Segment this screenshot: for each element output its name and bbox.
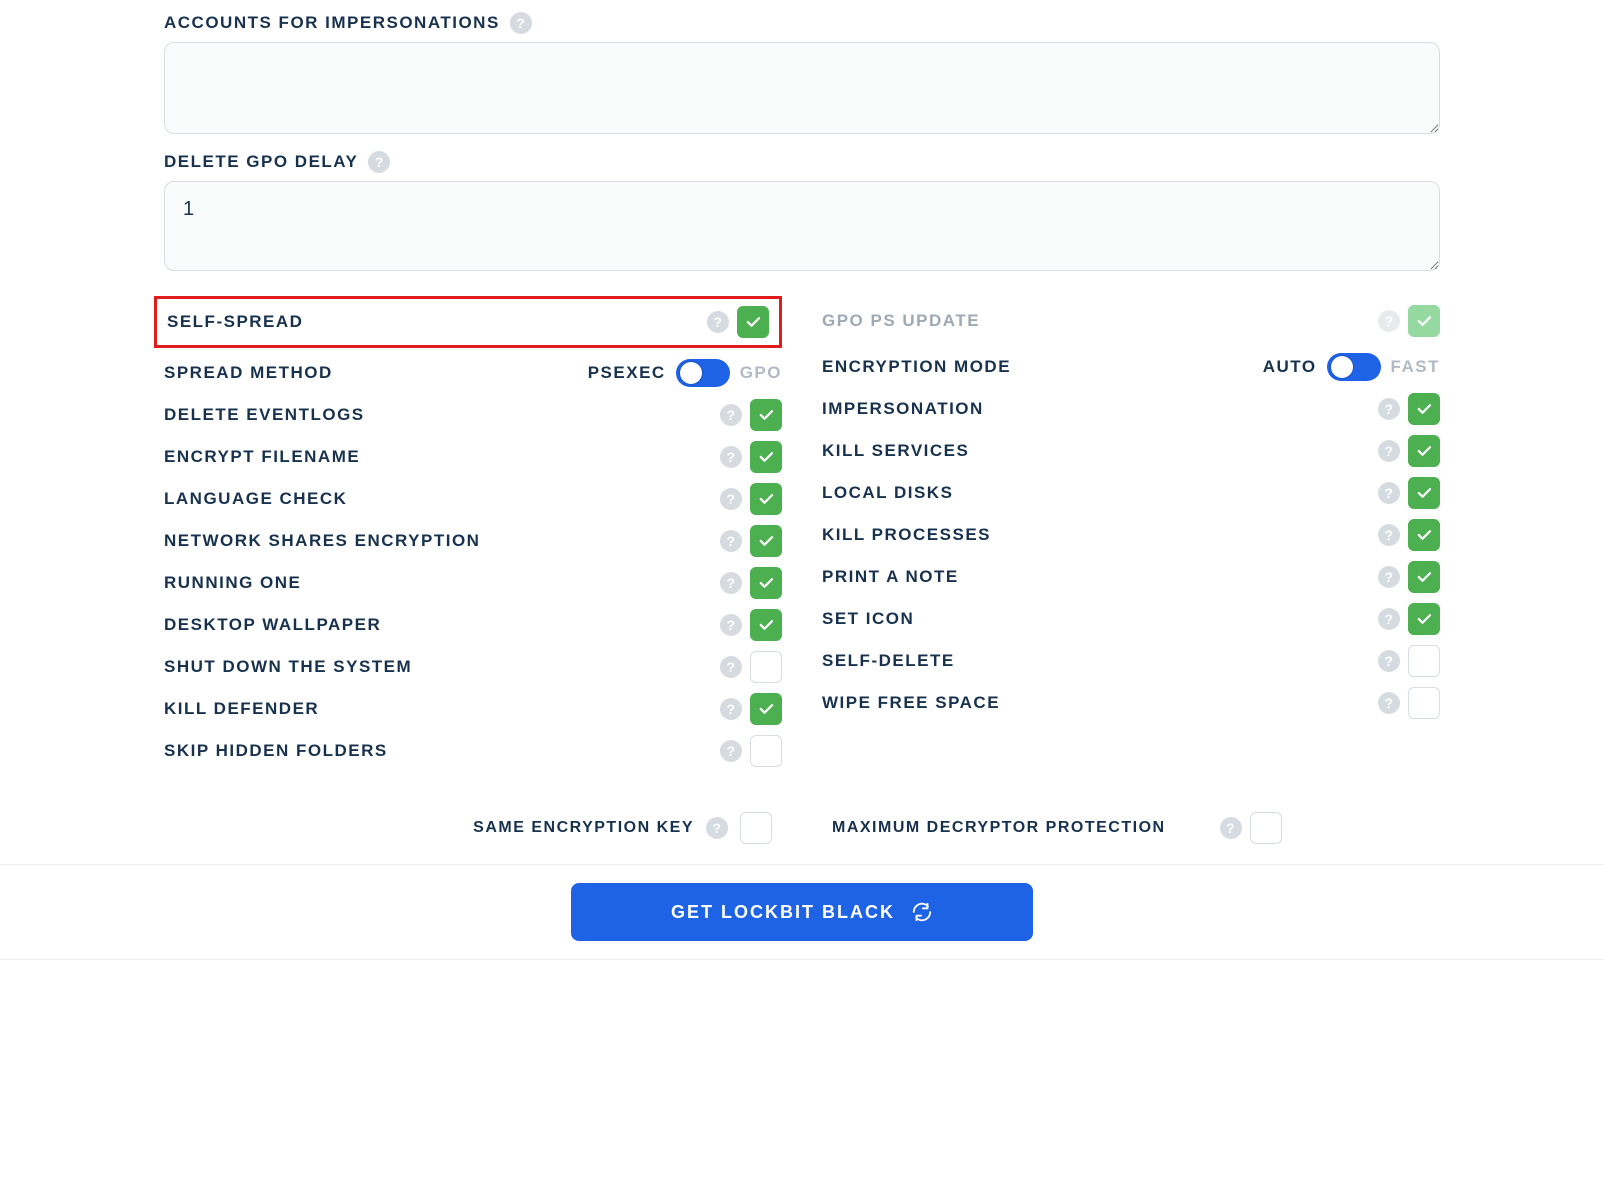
gpo-ps-update-label: GPO PS UPDATE (822, 311, 1378, 331)
spread-method-label: SPREAD METHOD (164, 363, 588, 383)
help-icon[interactable]: ? (1378, 398, 1400, 420)
help-icon[interactable]: ? (720, 530, 742, 552)
help-icon[interactable]: ? (1378, 650, 1400, 672)
local-disks-label: LOCAL DISKS (822, 483, 1378, 503)
delete-gpo-delay-input[interactable] (164, 181, 1440, 271)
print-note-checkbox[interactable] (1408, 561, 1440, 593)
self-delete-label: SELF-DELETE (822, 651, 1378, 671)
help-icon[interactable]: ? (1378, 692, 1400, 714)
encrypt-filename-label: ENCRYPT FILENAME (164, 447, 720, 467)
help-icon[interactable]: ? (1378, 524, 1400, 546)
help-icon[interactable]: ? (1378, 310, 1400, 332)
encryption-mode-left: AUTO (1263, 357, 1317, 377)
language-check-label: LANGUAGE CHECK (164, 489, 720, 509)
help-icon[interactable]: ? (1378, 608, 1400, 630)
shutdown-checkbox[interactable] (750, 651, 782, 683)
spread-method-left: PSEXEC (588, 363, 666, 383)
kill-services-label: KILL SERVICES (822, 441, 1378, 461)
running-one-label: RUNNING ONE (164, 573, 720, 593)
skip-hidden-checkbox[interactable] (750, 735, 782, 767)
language-check-checkbox[interactable] (750, 483, 782, 515)
max-decryptor-checkbox[interactable] (1250, 812, 1282, 844)
help-icon[interactable]: ? (1378, 440, 1400, 462)
accounts-impersonations-label: ACCOUNTS FOR IMPERSONATIONS (164, 13, 500, 33)
spread-method-toggle[interactable] (676, 359, 730, 387)
encrypt-filename-checkbox[interactable] (750, 441, 782, 473)
shutdown-label: SHUT DOWN THE SYSTEM (164, 657, 720, 677)
delete-eventlogs-label: DELETE EVENTLOGS (164, 405, 720, 425)
help-icon[interactable]: ? (720, 656, 742, 678)
delete-eventlogs-checkbox[interactable] (750, 399, 782, 431)
network-shares-label: NETWORK SHARES ENCRYPTION (164, 531, 720, 551)
help-icon[interactable]: ? (720, 488, 742, 510)
help-icon[interactable]: ? (510, 12, 532, 34)
print-note-label: PRINT A NOTE (822, 567, 1378, 587)
network-shares-checkbox[interactable] (750, 525, 782, 557)
get-button-label: GET LOCKBIT BLACK (671, 902, 895, 923)
help-icon[interactable]: ? (720, 614, 742, 636)
help-icon[interactable]: ? (1378, 482, 1400, 504)
impersonation-checkbox[interactable] (1408, 393, 1440, 425)
self-spread-checkbox[interactable] (737, 306, 769, 338)
refresh-icon (911, 901, 933, 923)
kill-processes-label: KILL PROCESSES (822, 525, 1378, 545)
desktop-wallpaper-label: DESKTOP WALLPAPER (164, 615, 720, 635)
same-encryption-key-checkbox[interactable] (740, 812, 772, 844)
wipe-free-checkbox[interactable] (1408, 687, 1440, 719)
running-one-checkbox[interactable] (750, 567, 782, 599)
kill-processes-checkbox[interactable] (1408, 519, 1440, 551)
kill-defender-checkbox[interactable] (750, 693, 782, 725)
help-icon[interactable]: ? (720, 572, 742, 594)
wipe-free-label: WIPE FREE SPACE (822, 693, 1378, 713)
gpo-ps-update-checkbox[interactable] (1408, 305, 1440, 337)
encryption-mode-label: ENCRYPTION MODE (822, 357, 1263, 377)
help-icon[interactable]: ? (720, 698, 742, 720)
help-icon[interactable]: ? (706, 817, 728, 839)
get-lockbit-black-button[interactable]: GET LOCKBIT BLACK (571, 883, 1033, 941)
help-icon[interactable]: ? (707, 311, 729, 333)
kill-defender-label: KILL DEFENDER (164, 699, 720, 719)
help-icon[interactable]: ? (720, 404, 742, 426)
encryption-mode-toggle[interactable] (1327, 353, 1381, 381)
delete-gpo-delay-label: DELETE GPO DELAY (164, 152, 358, 172)
self-spread-highlight: SELF-SPREAD ? (154, 296, 782, 348)
help-icon[interactable]: ? (720, 446, 742, 468)
encryption-mode-right: FAST (1391, 357, 1440, 377)
help-icon[interactable]: ? (720, 740, 742, 762)
self-spread-label: SELF-SPREAD (167, 312, 707, 332)
same-encryption-key-label: SAME ENCRYPTION KEY (473, 819, 694, 837)
help-icon[interactable]: ? (1220, 817, 1242, 839)
impersonation-label: IMPERSONATION (822, 399, 1378, 419)
skip-hidden-label: SKIP HIDDEN FOLDERS (164, 741, 720, 761)
help-icon[interactable]: ? (1378, 566, 1400, 588)
local-disks-checkbox[interactable] (1408, 477, 1440, 509)
spread-method-right: GPO (740, 363, 782, 383)
max-decryptor-label: MAXIMUM DECRYPTOR PROTECTION (832, 819, 1166, 837)
help-icon[interactable]: ? (368, 151, 390, 173)
desktop-wallpaper-checkbox[interactable] (750, 609, 782, 641)
set-icon-label: SET ICON (822, 609, 1378, 629)
self-delete-checkbox[interactable] (1408, 645, 1440, 677)
accounts-impersonations-input[interactable] (164, 42, 1440, 134)
set-icon-checkbox[interactable] (1408, 603, 1440, 635)
kill-services-checkbox[interactable] (1408, 435, 1440, 467)
